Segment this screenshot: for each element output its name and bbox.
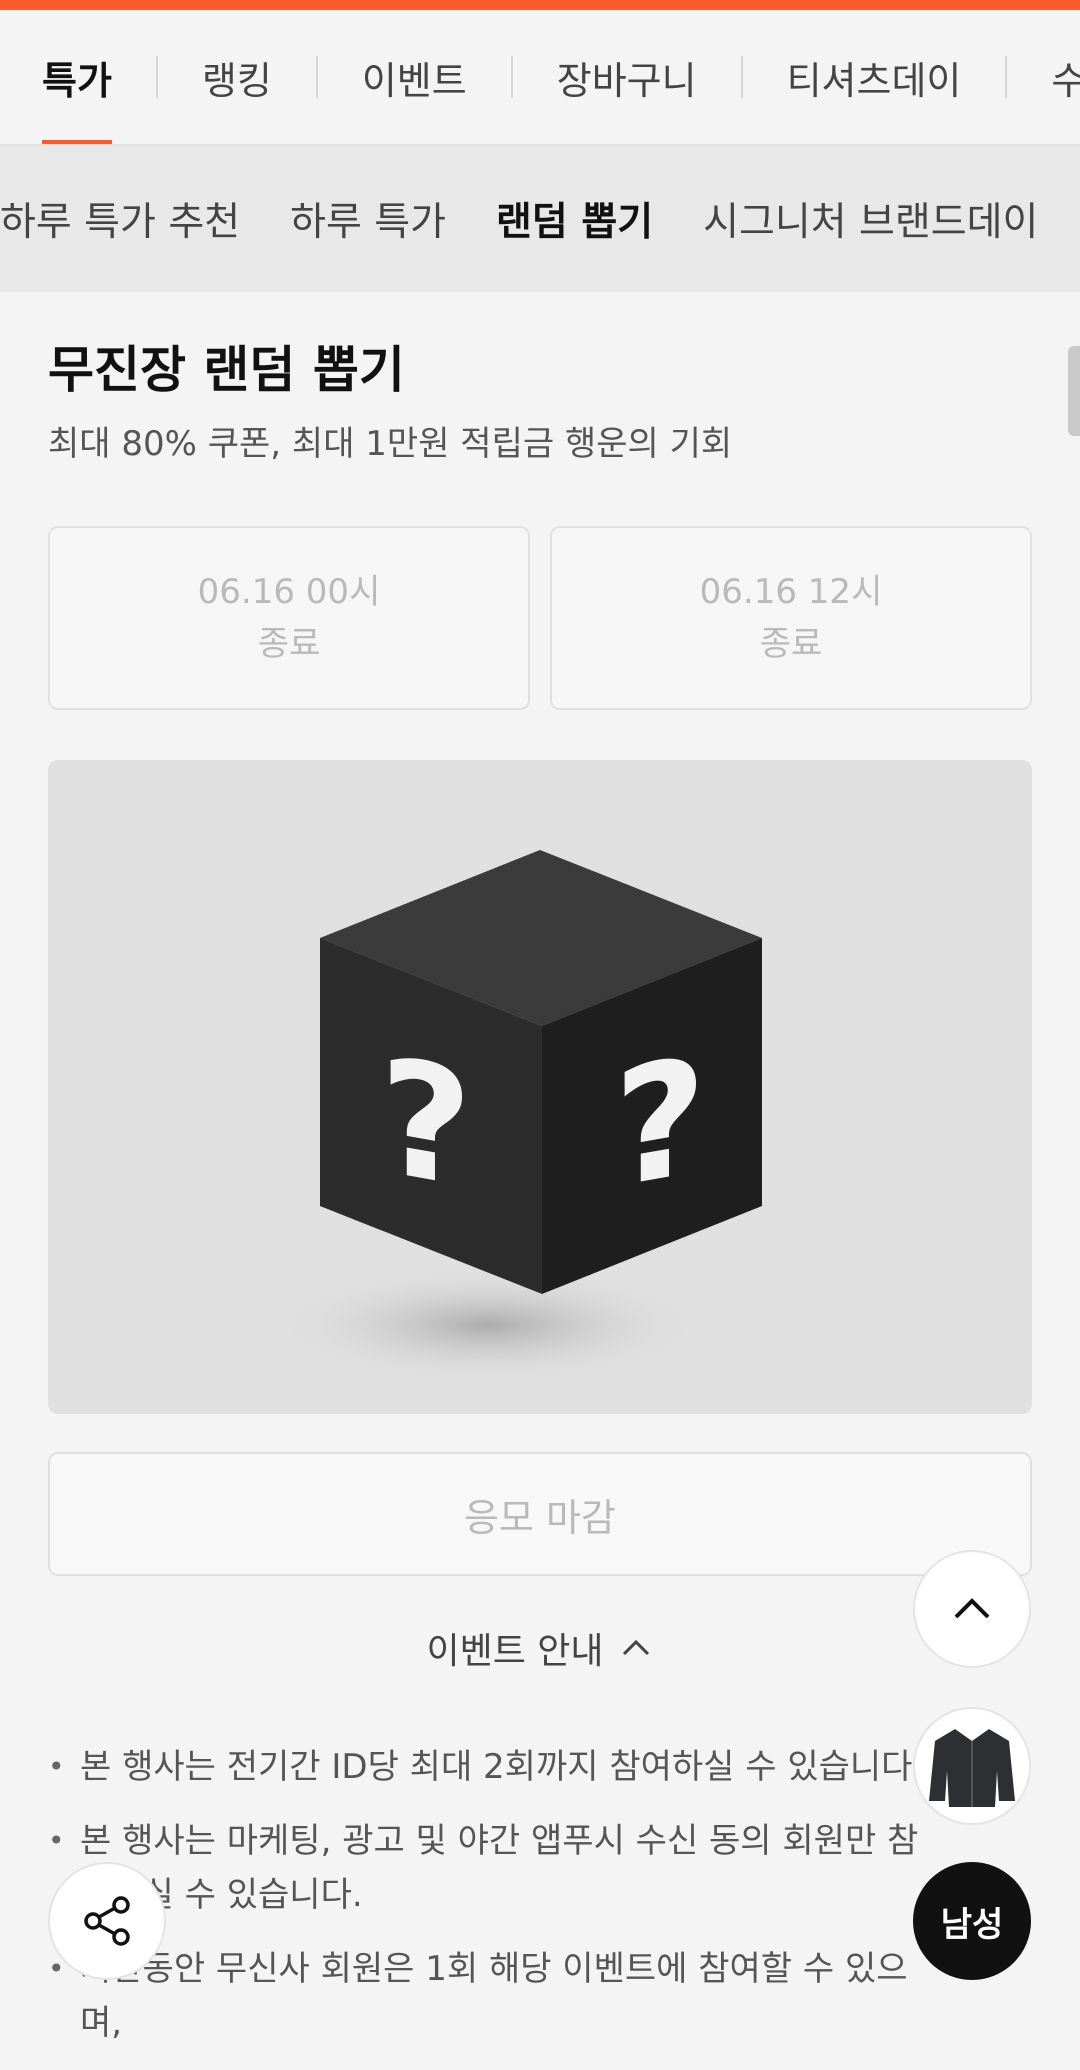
svg-text:?: ? [614,1022,707,1225]
chevron-up-icon [622,1639,649,1656]
tab-label: 랭킹 [201,58,272,103]
slot-status: 종료 [257,624,321,664]
mystery-box-image: ? ? [48,760,1032,1414]
list-item: 기간동안 무신사 회원은 1회 해당 이벤트에 참여할 수 있으며, [48,1942,948,2050]
page-subtitle: 최대 80% 쿠폰, 최대 1만원 적립금 행운의 기회 [48,424,733,464]
top-accent-bar [0,0,1080,10]
tab-divider [315,56,318,98]
tab-divider [1005,56,1008,98]
draw-slot-1[interactable]: 06.16 00시 종료 [48,526,530,710]
slot-status: 종료 [759,624,823,664]
tab-divider [155,56,158,98]
scroll-top-button[interactable] [913,1550,1031,1668]
list-item: 본 행사는 마케팅, 광고 및 야간 앱푸시 수신 동의 회원만 참여하실 수 … [48,1814,948,1922]
recent-product-button[interactable] [913,1707,1031,1825]
event-notes-list: 본 행사는 전기간 ID당 최대 2회까지 참여하실 수 있습니다. 본 행사는… [48,1740,948,2070]
event-info-label: 이벤트 안내 [426,1631,604,1672]
tab-label: 특가 [42,58,112,103]
gender-filter-button[interactable]: 남성 [913,1862,1031,1980]
tab-ranking[interactable]: 랭킹 [202,10,272,144]
share-button[interactable] [48,1862,166,1980]
list-item: 본 행사는 전기간 ID당 최대 2회까지 참여하실 수 있습니다. [48,1740,948,1794]
tab-overflow[interactable]: 수 [1051,10,1080,144]
svg-text:?: ? [380,1023,473,1226]
tab-divider [740,56,743,98]
tab-label: 장바구니 [556,58,697,103]
chevron-up-icon [954,1598,990,1619]
jacket-thumbnail-icon [929,1729,1015,1807]
subnav-random-draw[interactable]: 랜덤 뽑기 [496,191,653,247]
tab-cart[interactable]: 장바구니 [557,10,697,144]
subnav-signature-brandday[interactable]: 시그니처 브랜드데이 [703,191,1038,247]
tab-divider [510,56,513,98]
sub-category-nav: 하루 특가 추천 하루 특가 랜덤 뽑기 시그니처 브랜드데이 [0,146,1080,292]
mystery-box-icon: ? ? [268,850,762,1385]
tab-event[interactable]: 이벤트 [362,10,467,144]
tab-special[interactable]: 특가 [42,10,112,144]
subnav-daily-special[interactable]: 하루 특가 [290,191,446,247]
tab-label: 수 [1051,50,1080,105]
page-title: 무진장 랜덤 뽑기 [48,341,405,399]
draw-slot-2[interactable]: 06.16 12시 종료 [550,526,1032,710]
slot-time: 06.16 00시 [197,572,381,612]
top-tab-bar: 특가 랭킹 이벤트 장바구니 티셔츠데이 수 [0,10,1080,146]
slot-time: 06.16 12시 [699,572,883,612]
apply-button[interactable]: 응모 마감 [48,1452,1032,1576]
tab-label: 이벤트 [361,58,467,103]
share-icon [84,1896,130,1946]
subnav-daily-recommend[interactable]: 하루 특가 추천 [0,191,240,247]
scrollbar-thumb[interactable] [1068,346,1080,436]
tab-label: 티셔츠데이 [786,58,962,103]
tab-tshirt-day[interactable]: 티셔츠데이 [787,10,962,144]
